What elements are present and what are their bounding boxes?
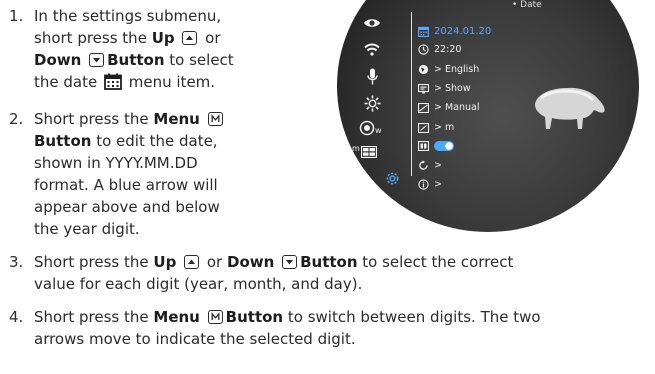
step-line: short press the Up or (34, 27, 234, 49)
step-line: format. A blue arrow will (34, 176, 218, 194)
info-value[interactable]: > (434, 179, 442, 190)
up-button-label: Up (153, 253, 177, 271)
button-label: Button (300, 253, 358, 271)
brightness-icon (364, 95, 381, 112)
step-2: 2. Short press the Menu Button to edit t… (9, 108, 329, 243)
step-line: appear above and below (34, 198, 220, 216)
toggle-switch[interactable] (434, 141, 454, 151)
step-text: Short press the (34, 253, 154, 271)
down-button-label: Down (227, 253, 275, 271)
step-text: menu item. (124, 73, 216, 91)
step-line: the date menu item. (34, 71, 234, 96)
step-line: Short press the Menu (34, 108, 226, 130)
display-value[interactable]: > Show (434, 83, 471, 94)
step-body: Short press the Up or Down Button to sel… (34, 251, 513, 295)
step-body: Short press the Menu Button to switch be… (34, 306, 541, 350)
step-line: value for each digit (year, month, and d… (34, 275, 363, 293)
menu-key-icon (207, 112, 223, 126)
down-button-label: Down (34, 51, 82, 69)
step-3: 3. Short press the Up or Down Button to … (9, 251, 649, 297)
wb-label: w (375, 126, 382, 135)
up-key-icon (184, 255, 200, 269)
language-icon (418, 64, 429, 75)
step-line: In the settings submenu, (34, 7, 222, 25)
down-key-icon (89, 53, 105, 67)
scope-title: • Date (512, 0, 542, 10)
display-icon (418, 84, 429, 94)
step-number: 3. (9, 253, 24, 271)
button-label: Button (225, 308, 284, 326)
step-line: Button to edit the date, (34, 130, 226, 152)
language-value[interactable]: > English (434, 64, 479, 75)
picture-icon (418, 141, 429, 151)
step-text: to select the correct (357, 253, 514, 271)
step-line: shown in YYYY.MM.DD (34, 154, 198, 172)
date-value[interactable]: 2024.01.20 (434, 26, 491, 37)
button-label: Button (34, 132, 92, 150)
step-text: Short press the (34, 308, 154, 326)
step-text: short press the (34, 29, 152, 47)
step-text: to edit the date, (91, 132, 218, 150)
calibration-icon (418, 103, 429, 113)
step-1: 1. In the settings submenu, short press … (9, 5, 329, 97)
reset-value[interactable]: > (434, 160, 442, 171)
button-label: Button (107, 51, 165, 69)
settings-gear-icon (386, 172, 399, 185)
calendar-icon (104, 73, 122, 96)
mode-value[interactable]: > Manual (434, 102, 480, 113)
white-balance-icon (359, 120, 375, 136)
step-number: 2. (9, 110, 24, 128)
mode-label: m (352, 144, 360, 153)
step-line: Short press the Up or Down Button to sel… (34, 251, 513, 273)
menu-divider (411, 12, 412, 176)
step-body: In the settings submenu, short press the… (34, 5, 234, 96)
step-text: or (202, 253, 227, 271)
wifi-icon (364, 43, 380, 56)
time-value[interactable]: 22:20 (434, 44, 461, 55)
step-line: Down Button to select (34, 49, 234, 71)
menu-button-label: Menu (153, 110, 200, 128)
up-key-icon (182, 31, 198, 45)
clock-icon (418, 44, 429, 55)
down-key-icon (282, 255, 298, 269)
units-icon (418, 123, 429, 133)
manual-page: 1. In the settings submenu, short press … (0, 0, 655, 374)
reset-icon (419, 160, 428, 170)
step-line: arrows move to indicate the selected dig… (34, 330, 356, 348)
step-text: the date (34, 73, 98, 91)
step-4: 4. Short press the Menu Button to switch… (9, 306, 649, 352)
step-number: 1. (9, 7, 24, 25)
step-line: the year digit. (34, 220, 140, 238)
step-line: Short press the Menu Button to switch be… (34, 306, 541, 328)
layout-icon (361, 146, 377, 158)
info-icon (418, 179, 429, 190)
menu-button-label: Menu (153, 308, 200, 326)
step-text: to select (164, 51, 234, 69)
step-text: Short press the (34, 110, 154, 128)
step-text: or (200, 29, 221, 47)
microphone-icon (367, 68, 378, 85)
step-text: to switch between digits. The two (283, 308, 541, 326)
step-number: 4. (9, 308, 24, 326)
device-screen: • Date w m 2024.01.20 22:20 > English > … (337, 0, 639, 232)
calendar-icon (418, 26, 429, 37)
up-button-label: Up (151, 29, 175, 47)
units-value[interactable]: > m (434, 122, 454, 133)
eye-icon (364, 19, 380, 27)
boar-image (535, 87, 605, 129)
menu-key-icon (207, 310, 223, 324)
step-body: Short press the Menu Button to edit the … (34, 108, 226, 240)
